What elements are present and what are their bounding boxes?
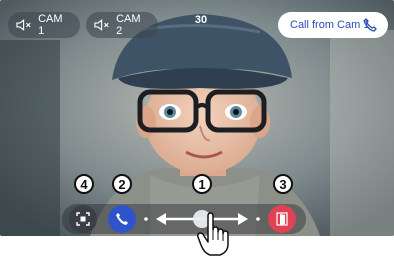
- cam1-label: CAM 1: [38, 13, 63, 37]
- door-open-icon: [276, 212, 288, 226]
- handset-icon: [116, 213, 128, 225]
- callout-badge-4: 4: [74, 174, 94, 194]
- scan-button[interactable]: [69, 205, 97, 233]
- swipe-dot-left: [144, 217, 148, 221]
- hand-pointer-icon: [197, 212, 229, 256]
- door-open-button[interactable]: [268, 205, 296, 233]
- camera-view: CAM 1 CAM 2 30 Call from Cam 1: [0, 0, 394, 236]
- countdown-counter: 30: [194, 14, 208, 26]
- arrow-left-head: [156, 213, 166, 225]
- handset-icon: [363, 18, 377, 32]
- cam2-label: CAM 2: [116, 13, 141, 37]
- speaker-muted-icon: [16, 19, 31, 31]
- arrow-right-head: [238, 213, 248, 225]
- callout-badge-2: 2: [112, 174, 132, 194]
- cam1-button[interactable]: CAM 1: [8, 12, 80, 38]
- scan-icon: [76, 212, 90, 226]
- answer-button[interactable]: [108, 205, 136, 233]
- callout-badge-3: 3: [273, 174, 293, 194]
- call-banner-label: Call from Cam 1: [290, 19, 370, 31]
- call-banner[interactable]: Call from Cam 1: [278, 12, 388, 38]
- callout-badge-1: 1: [192, 174, 212, 194]
- cam2-button[interactable]: CAM 2: [86, 12, 158, 38]
- swipe-dot-right: [256, 217, 260, 221]
- speaker-muted-icon: [94, 19, 109, 31]
